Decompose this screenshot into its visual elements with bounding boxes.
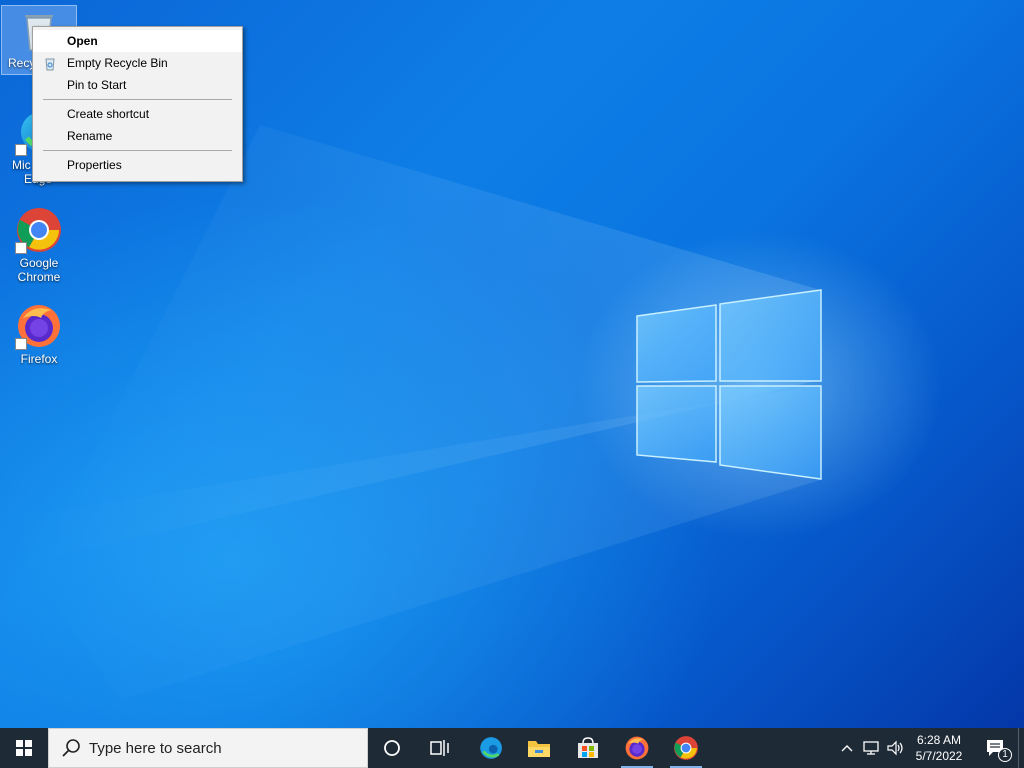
chrome-icon: [674, 736, 698, 760]
menu-item-label: Rename: [67, 129, 113, 143]
windows-start-icon: [16, 740, 32, 756]
menu-item-pin-to-start[interactable]: Pin to Start: [33, 74, 242, 96]
taskbar: Type here to search 6:28 AM 5/7/2022 1: [0, 728, 1024, 768]
firefox-icon: [625, 736, 649, 760]
clock-date: 5/7/2022: [915, 749, 963, 763]
search-input[interactable]: Type here to search: [48, 728, 368, 768]
menu-item-label: Properties: [67, 158, 122, 172]
chevron-up-icon: [841, 745, 853, 752]
menu-item-empty-recycle-bin[interactable]: Empty Recycle Bin: [33, 52, 242, 74]
task-view-icon: [430, 740, 449, 756]
chrome-icon: [15, 206, 63, 254]
speaker-icon: [887, 740, 903, 756]
menu-item-label: Pin to Start: [67, 78, 127, 92]
taskbar-store-button[interactable]: [564, 728, 612, 768]
menu-item-open[interactable]: Open: [33, 30, 242, 52]
search-icon: [62, 739, 80, 757]
file-explorer-icon: [528, 741, 550, 757]
menu-separator: [43, 99, 232, 100]
context-menu: Open Empty Recycle Bin Pin to Start Crea…: [32, 26, 243, 182]
clock-time: 6:28 AM: [916, 733, 962, 747]
shortcut-arrow-icon: [15, 338, 27, 350]
menu-separator: [43, 150, 232, 151]
notification-count-badge: 1: [998, 748, 1012, 762]
recycle-bin-small-icon: [43, 56, 57, 71]
search-placeholder: Type here to search: [89, 739, 222, 757]
taskbar-firefox-button[interactable]: [613, 728, 661, 768]
show-desktop-button[interactable]: [1018, 728, 1024, 768]
desktop-icon-label: Google: [19, 256, 59, 270]
clock-button[interactable]: 6:28 AM 5/7/2022: [910, 728, 968, 768]
desktop-icon-google-chrome[interactable]: Google Chrome: [2, 206, 76, 284]
desktop-icon-label: Chrome: [17, 270, 61, 284]
task-view-button[interactable]: [416, 728, 464, 768]
network-icon: [863, 741, 879, 755]
shortcut-arrow-icon: [15, 242, 27, 254]
cortana-icon: [384, 740, 400, 756]
menu-item-label: Empty Recycle Bin: [67, 56, 168, 70]
network-button[interactable]: [860, 728, 884, 768]
taskbar-file-explorer-button[interactable]: [515, 728, 563, 768]
microsoft-store-icon: [578, 737, 598, 758]
menu-item-rename[interactable]: Rename: [33, 125, 242, 147]
taskbar-edge-button[interactable]: [466, 728, 514, 768]
desktop-icon-label: Firefox: [20, 352, 58, 366]
volume-button[interactable]: [884, 728, 908, 768]
edge-icon: [480, 737, 502, 759]
menu-item-properties[interactable]: Properties: [33, 154, 242, 176]
firefox-icon: [15, 302, 63, 350]
menu-item-label: Open: [67, 34, 98, 48]
menu-item-create-shortcut[interactable]: Create shortcut: [33, 103, 242, 125]
shortcut-arrow-icon: [15, 144, 27, 156]
menu-item-label: Create shortcut: [67, 107, 150, 121]
desktop-icon-firefox[interactable]: Firefox: [2, 302, 76, 366]
action-center-button[interactable]: 1: [978, 728, 1014, 768]
cortana-button[interactable]: [368, 728, 416, 768]
show-hidden-icons-button[interactable]: [836, 728, 858, 768]
start-button[interactable]: [0, 728, 48, 768]
taskbar-chrome-button[interactable]: [662, 728, 710, 768]
